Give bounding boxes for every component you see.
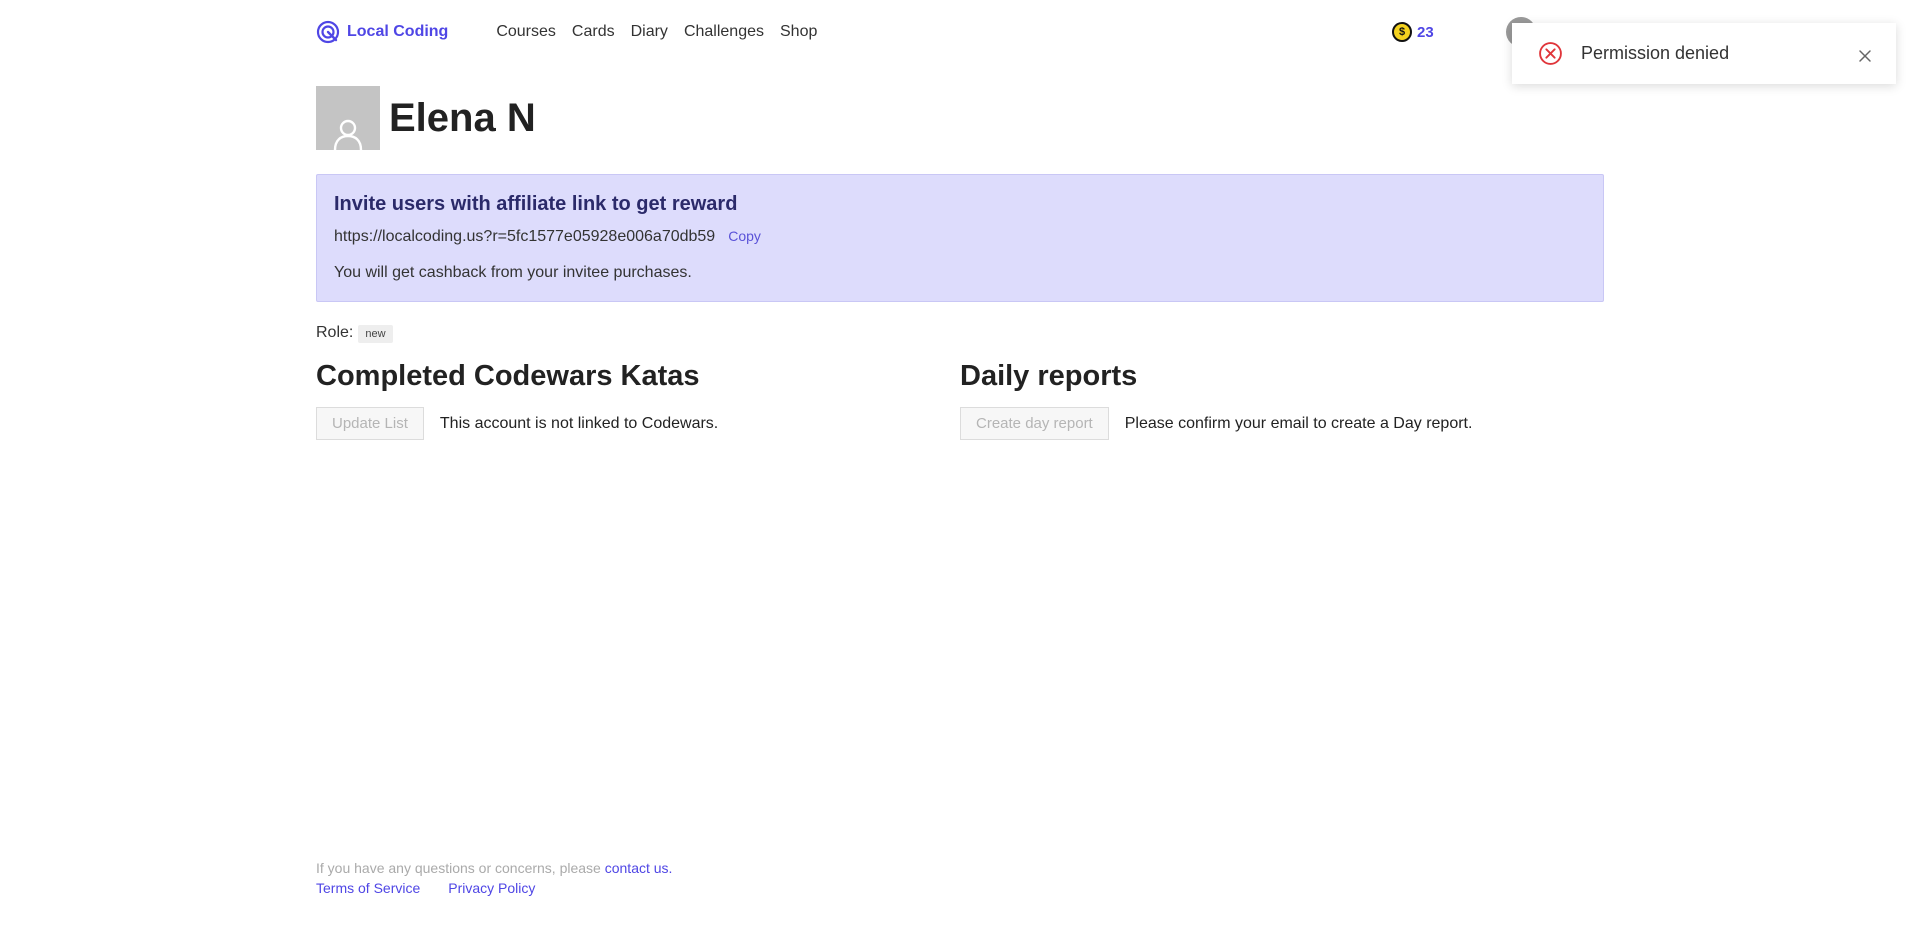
footer-question: If you have any questions or concerns, p… bbox=[316, 860, 601, 876]
error-circle-icon bbox=[1539, 42, 1562, 65]
logo-text: Local Coding bbox=[347, 23, 449, 40]
nav-shop[interactable]: Shop bbox=[780, 23, 817, 41]
affiliate-link: https://localcoding.us?r=5fc1577e05928e0… bbox=[334, 228, 716, 245]
copy-link-button[interactable]: Copy bbox=[728, 228, 761, 244]
reports-title: Daily reports bbox=[960, 360, 1138, 392]
create-day-report-button[interactable]: Create day report bbox=[960, 407, 1109, 440]
logo-icon bbox=[316, 20, 340, 44]
role-row: Role: new bbox=[316, 323, 393, 343]
main-nav: Courses Cards Diary Challenges Shop bbox=[496, 23, 817, 41]
coin-count: 23 bbox=[1417, 23, 1434, 41]
update-list-button[interactable]: Update List bbox=[316, 407, 424, 440]
nav-diary[interactable]: Diary bbox=[631, 23, 668, 41]
profile-header: Elena N bbox=[316, 86, 536, 150]
role-badge: new bbox=[358, 325, 393, 343]
coin-icon: $ bbox=[1392, 22, 1412, 42]
nav-cards[interactable]: Cards bbox=[572, 23, 615, 41]
coin-balance[interactable]: $ 23 bbox=[1392, 22, 1434, 42]
contact-us-link[interactable]: contact us. bbox=[605, 860, 673, 876]
nav-challenges[interactable]: Challenges bbox=[684, 23, 764, 41]
affiliate-note: You will get cashback from your invitee … bbox=[334, 264, 692, 281]
profile-avatar bbox=[316, 86, 380, 150]
footer: If you have any questions or concerns, p… bbox=[316, 860, 672, 896]
privacy-link[interactable]: Privacy Policy bbox=[448, 880, 535, 896]
katas-title: Completed Codewars Katas bbox=[316, 360, 700, 392]
reports-message: Please confirm your email to create a Da… bbox=[1124, 414, 1473, 432]
nav-courses[interactable]: Courses bbox=[496, 23, 556, 41]
terms-link[interactable]: Terms of Service bbox=[316, 880, 420, 896]
role-label: Role: bbox=[316, 324, 354, 341]
katas-section: Completed Codewars Katas Update List Thi… bbox=[316, 360, 718, 440]
affiliate-panel: Invite users with affiliate link to get … bbox=[316, 174, 1604, 302]
error-toast: Permission denied bbox=[1512, 23, 1896, 84]
logo-link[interactable]: Local Coding bbox=[316, 20, 448, 44]
katas-message: This account is not linked to Codewars. bbox=[439, 414, 719, 432]
profile-name: Elena N bbox=[389, 95, 536, 140]
user-icon bbox=[333, 119, 363, 150]
toast-message: Permission denied bbox=[1581, 43, 1730, 63]
close-icon[interactable] bbox=[1856, 47, 1874, 65]
reports-section: Daily reports Create day report Please c… bbox=[960, 360, 1472, 440]
affiliate-link-row: https://localcoding.us?r=5fc1577e05928e0… bbox=[334, 228, 1586, 246]
top-header: Local Coding Courses Cards Diary Challen… bbox=[316, 17, 1606, 47]
affiliate-title: Invite users with affiliate link to get … bbox=[334, 193, 738, 215]
